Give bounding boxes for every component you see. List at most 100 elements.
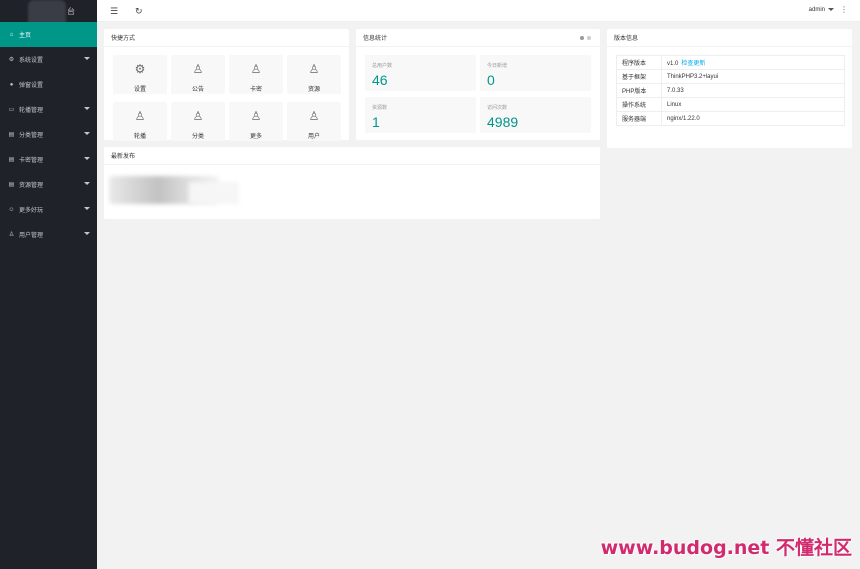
table-row: 操作系统 Linux	[616, 97, 845, 112]
category-icon: ▤	[8, 132, 15, 138]
stats-card-head: 信息统计	[356, 29, 600, 47]
stat-label: 访问次数	[487, 105, 508, 111]
user-name: admin	[808, 7, 825, 13]
card-icon: ▤	[8, 157, 15, 163]
stat-value: 46	[372, 72, 388, 88]
menu-toggle-icon[interactable]: ☰	[110, 6, 118, 17]
indicator-dot[interactable]	[587, 36, 591, 40]
check-update-link[interactable]: 检查更新	[681, 61, 705, 67]
shortcut-label: 公告	[191, 87, 204, 93]
caret-down-icon	[828, 7, 834, 11]
sidebar-item[interactable]: ▤ 卡密管理	[0, 147, 97, 172]
version-value: Linux	[667, 101, 682, 108]
sidebar-item-label: 弹窗设置	[19, 83, 44, 89]
version-value-cell: 7.0.33	[661, 83, 845, 98]
logo[interactable]: 台	[0, 0, 97, 28]
home-icon: ⌂	[9, 31, 14, 38]
user-menu[interactable]: admin	[809, 7, 834, 13]
stat-box: 今日新增 0	[480, 55, 591, 91]
stat-value: 4989	[487, 114, 519, 130]
sidebar-item-label: 用户管理	[19, 233, 44, 239]
person-icon: ♙	[308, 109, 320, 123]
sidebar-item[interactable]: ♙ 用户管理	[0, 222, 97, 247]
sidebar-item[interactable]: ▤ 资源管理	[0, 172, 97, 197]
quick-card-title: 快捷方式	[104, 29, 349, 47]
shortcut-item[interactable]: ♙ 公告	[171, 55, 225, 94]
carousel-indicator[interactable]	[580, 36, 591, 40]
sidebar-item-label: 卡密管理	[19, 158, 44, 164]
gear-icon: ⚙	[134, 62, 146, 76]
sidebar-item[interactable]: ▤ 分类管理	[0, 122, 97, 147]
stats-card-title: 信息统计	[363, 36, 388, 42]
shortcut-label: 资源	[307, 87, 320, 93]
table-row: 基于框架 ThinkPHP3.2+layui	[616, 69, 845, 84]
resource-icon: ▤	[8, 182, 15, 188]
shortcut-item[interactable]: ♙ 资源	[287, 55, 341, 94]
sidebar-item-label: 轮播管理	[19, 108, 44, 114]
version-value: v1.0	[667, 61, 679, 67]
gear-icon: ⚙	[8, 57, 15, 63]
watermark: www.budog.net 不懂社区	[600, 537, 852, 559]
stat-box: 资源数 1	[365, 97, 476, 133]
logo-text: 台	[67, 7, 75, 16]
latest-card-title: 最新发布	[104, 147, 600, 165]
sidebar-item-label: 资源管理	[19, 183, 44, 189]
blurred-content	[109, 174, 239, 208]
sidebar-item[interactable]: ● 弹窗设置	[0, 72, 97, 97]
shortcut-label: 分类	[191, 134, 204, 140]
person-icon: ♙	[134, 109, 146, 123]
sidebar-item-label: 系统设置	[19, 58, 44, 64]
shortcut-item[interactable]: ♙ 卡密	[229, 55, 283, 94]
quick-card: 快捷方式 ⚙ 设置 ♙ 公告 ♙ 卡密 ♙ 资源 ♙ 轮播 ♙ 分类 ♙ 更多 ♙ 用户	[104, 29, 349, 141]
shortcut-item[interactable]: ⚙ 设置	[113, 55, 167, 94]
shortcut-label: 卡密	[249, 87, 262, 93]
carousel-icon: ▭	[8, 107, 15, 113]
shortcut-item[interactable]: ♙ 分类	[171, 102, 225, 141]
table-row: 程序版本 v1.0 检查更新	[616, 55, 845, 70]
dot-icon: ●	[9, 81, 14, 88]
blurred-block	[189, 182, 239, 204]
top-header: ☰ ↻ admin ⋮	[97, 0, 860, 22]
person-icon: ♙	[308, 62, 320, 76]
stat-label: 总用户数	[372, 63, 393, 69]
version-key: 服务器端	[616, 111, 662, 126]
sidebar-item[interactable]: ⚙ 系统设置	[0, 47, 97, 72]
shortcut-label: 用户	[307, 134, 320, 140]
version-key: 基于框架	[616, 69, 662, 84]
user-icon: ♙	[8, 232, 15, 238]
shortcut-item[interactable]: ♙ 更多	[229, 102, 283, 141]
sidebar-item[interactable]: ▭ 轮播管理	[0, 97, 97, 122]
version-value-cell: Linux	[661, 97, 845, 112]
version-key: 操作系统	[616, 97, 662, 112]
person-icon: ♙	[250, 62, 262, 76]
sidebar-item[interactable]: ⌂ 主页	[0, 22, 97, 47]
stat-value: 0	[487, 72, 495, 88]
shortcut-item[interactable]: ♙ 轮播	[113, 102, 167, 141]
version-value: 7.0.33	[667, 87, 684, 94]
sidebar: 台 ⌂ 主页 ⚙ 系统设置 ● 弹窗设置 ▭ 轮播管理 ▤ 分类管理 ▤ 卡密管理 ▤ 资源管理 ☺ 更多好玩…	[0, 0, 97, 569]
person-icon: ♙	[192, 62, 204, 76]
shortcut-item[interactable]: ♙ 用户	[287, 102, 341, 141]
sidebar-item-label: 更多好玩	[19, 208, 44, 214]
person-icon: ♙	[192, 109, 204, 123]
latest-card: 最新发布	[104, 147, 600, 219]
stat-box: 总用户数 46	[365, 55, 476, 91]
version-table: 程序版本 v1.0 检查更新基于框架 ThinkPHP3.2+layui PHP版本 7.…	[616, 55, 845, 126]
caret-down-icon	[84, 182, 90, 185]
caret-down-icon	[84, 232, 90, 235]
sidebar-item-label: 分类管理	[19, 133, 44, 139]
more-icon[interactable]: ⋮	[840, 5, 848, 14]
shortcut-label: 轮播	[133, 134, 146, 140]
table-row: 服务器端 nginx/1.22.0	[616, 111, 845, 126]
version-key: PHP版本	[616, 83, 662, 98]
refresh-icon[interactable]: ↻	[135, 6, 143, 17]
shortcut-label: 设置	[133, 87, 146, 93]
caret-down-icon	[84, 157, 90, 160]
indicator-dot[interactable]	[580, 36, 584, 40]
version-value-cell: ThinkPHP3.2+layui	[661, 69, 845, 84]
sidebar-item[interactable]: ☺ 更多好玩	[0, 197, 97, 222]
version-value-cell: nginx/1.22.0	[661, 111, 845, 126]
version-key: 程序版本	[616, 55, 662, 70]
caret-down-icon	[84, 132, 90, 135]
stat-box: 访问次数 4989	[480, 97, 591, 133]
